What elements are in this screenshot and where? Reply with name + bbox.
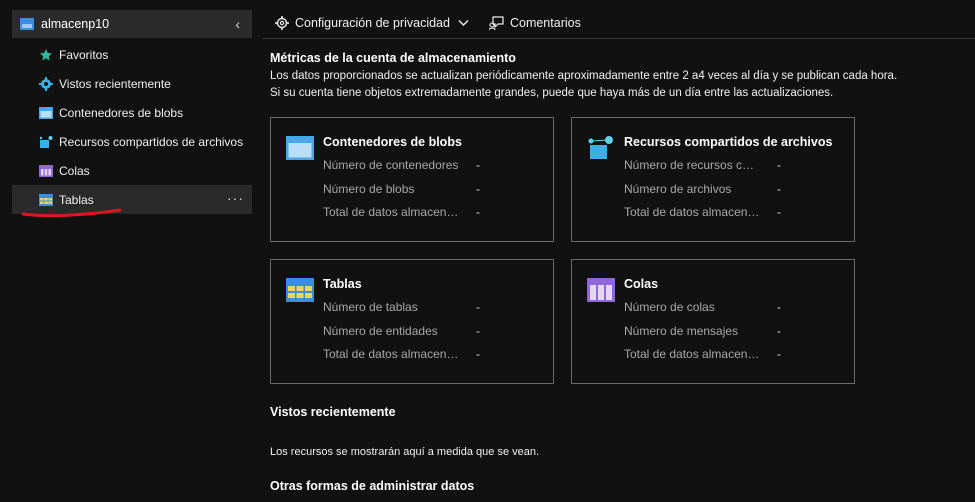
- metric-label: Total de datos almacenados: [323, 347, 463, 361]
- metric-label: Número de blobs: [323, 182, 415, 196]
- gear-icon: [275, 16, 289, 30]
- chevron-down-icon: [458, 20, 469, 26]
- card-title: Tablas: [323, 277, 362, 291]
- metric-value: -: [476, 182, 480, 196]
- file-share-icon: [39, 135, 53, 148]
- card-title: Colas: [624, 277, 659, 291]
- blob-containers-card: Contenedores de blobs Número de contened…: [270, 117, 554, 242]
- recent-empty-text: Los recursos se mostrarán aquí a medida …: [270, 446, 540, 458]
- privacy-settings-button[interactable]: Configuración de privacidad: [275, 16, 475, 30]
- sidebar-item-recursos-compartidos[interactable]: Recursos compartidos de archivos: [12, 127, 252, 156]
- metric-value: -: [777, 300, 781, 314]
- metric-value: -: [476, 324, 480, 338]
- queues-card: Colas Número de colas - Número de mensaj…: [571, 259, 855, 384]
- sidebar-item-label: Recursos compartidos de archivos: [59, 134, 244, 149]
- metric-label: Número de entidades: [323, 324, 438, 338]
- file-share-icon: [588, 136, 613, 159]
- file-shares-card: Recursos compartidos de archivos Número …: [571, 117, 855, 242]
- account-name: almacenp10: [41, 17, 110, 31]
- account-header[interactable]: almacenp10 ‹: [12, 10, 252, 38]
- sidebar-item-label: Vistos recientemente: [59, 76, 171, 91]
- collapse-chevron-icon[interactable]: ‹: [235, 16, 240, 32]
- tables-card: Tablas Número de tablas - Número de enti…: [270, 259, 554, 384]
- more-options-icon[interactable]: ···: [227, 190, 244, 206]
- sidebar-item-colas[interactable]: Colas: [12, 156, 252, 185]
- metric-value: -: [777, 158, 781, 172]
- feedback-label: Comentarios: [509, 16, 581, 30]
- other-ways-title: Otras formas de administrar datos: [270, 479, 475, 493]
- sidebar-item-label: Contenedores de blobs: [59, 105, 184, 120]
- card-title: Contenedores de blobs: [323, 135, 462, 149]
- gear-icon: [39, 76, 53, 91]
- metric-value: -: [476, 347, 480, 361]
- metric-label: Total de datos almacenados: [323, 205, 463, 219]
- queue-icon: [39, 164, 53, 177]
- metric-label: Total de datos almacenados: [624, 205, 764, 219]
- storage-account-icon: [20, 18, 34, 30]
- toolbar: Configuración de privacidad Comentarios: [262, 8, 975, 39]
- metric-label: Número de colas: [624, 300, 715, 314]
- blob-container-icon: [286, 136, 314, 160]
- metric-value: -: [777, 324, 781, 338]
- sidebar-item-contenedores-de-blobs[interactable]: Contenedores de blobs: [12, 98, 252, 127]
- sidebar-item-label: Colas: [59, 163, 90, 178]
- feedback-icon: [488, 16, 504, 30]
- sidebar: almacenp10 ‹ Favoritos Vistos recienteme…: [0, 0, 258, 502]
- red-underline-annotation: [21, 208, 122, 218]
- metric-value: -: [777, 205, 781, 219]
- metrics-title: Métricas de la cuenta de almacenamiento: [270, 51, 516, 65]
- metric-value: -: [476, 205, 480, 219]
- metric-value: -: [476, 300, 480, 314]
- metric-label: Total de datos almacenados: [624, 347, 764, 361]
- metric-label: Número de recursos compartidos: [624, 158, 756, 172]
- recent-title: Vistos recientemente: [270, 405, 396, 419]
- metric-value: -: [777, 182, 781, 196]
- card-title: Recursos compartidos de archivos: [624, 135, 833, 149]
- metric-label: Número de mensajes: [624, 324, 739, 338]
- feedback-button[interactable]: Comentarios: [488, 16, 581, 30]
- sidebar-item-vistos-recientemente[interactable]: Vistos recientemente: [12, 69, 252, 98]
- sidebar-item-favoritos[interactable]: Favoritos: [12, 40, 252, 69]
- metric-label: Número de archivos: [624, 182, 732, 196]
- queue-icon: [587, 278, 615, 302]
- privacy-settings-label: Configuración de privacidad: [295, 16, 450, 30]
- blob-container-icon: [39, 106, 53, 119]
- sidebar-nav: Favoritos Vistos recientemente Contenedo…: [12, 40, 252, 214]
- sidebar-item-label: Favoritos: [59, 47, 109, 62]
- metric-label: Número de tablas: [323, 300, 418, 314]
- metric-label: Número de contenedores: [323, 158, 459, 172]
- table-icon: [286, 278, 314, 302]
- metrics-description-line2: Si su cuenta tiene objetos extremadament…: [270, 87, 834, 99]
- metric-value: -: [476, 158, 480, 172]
- metric-value: -: [777, 347, 781, 361]
- metrics-description-line1: Los datos proporcionados se actualizan p…: [270, 70, 898, 82]
- star-icon: [40, 48, 52, 61]
